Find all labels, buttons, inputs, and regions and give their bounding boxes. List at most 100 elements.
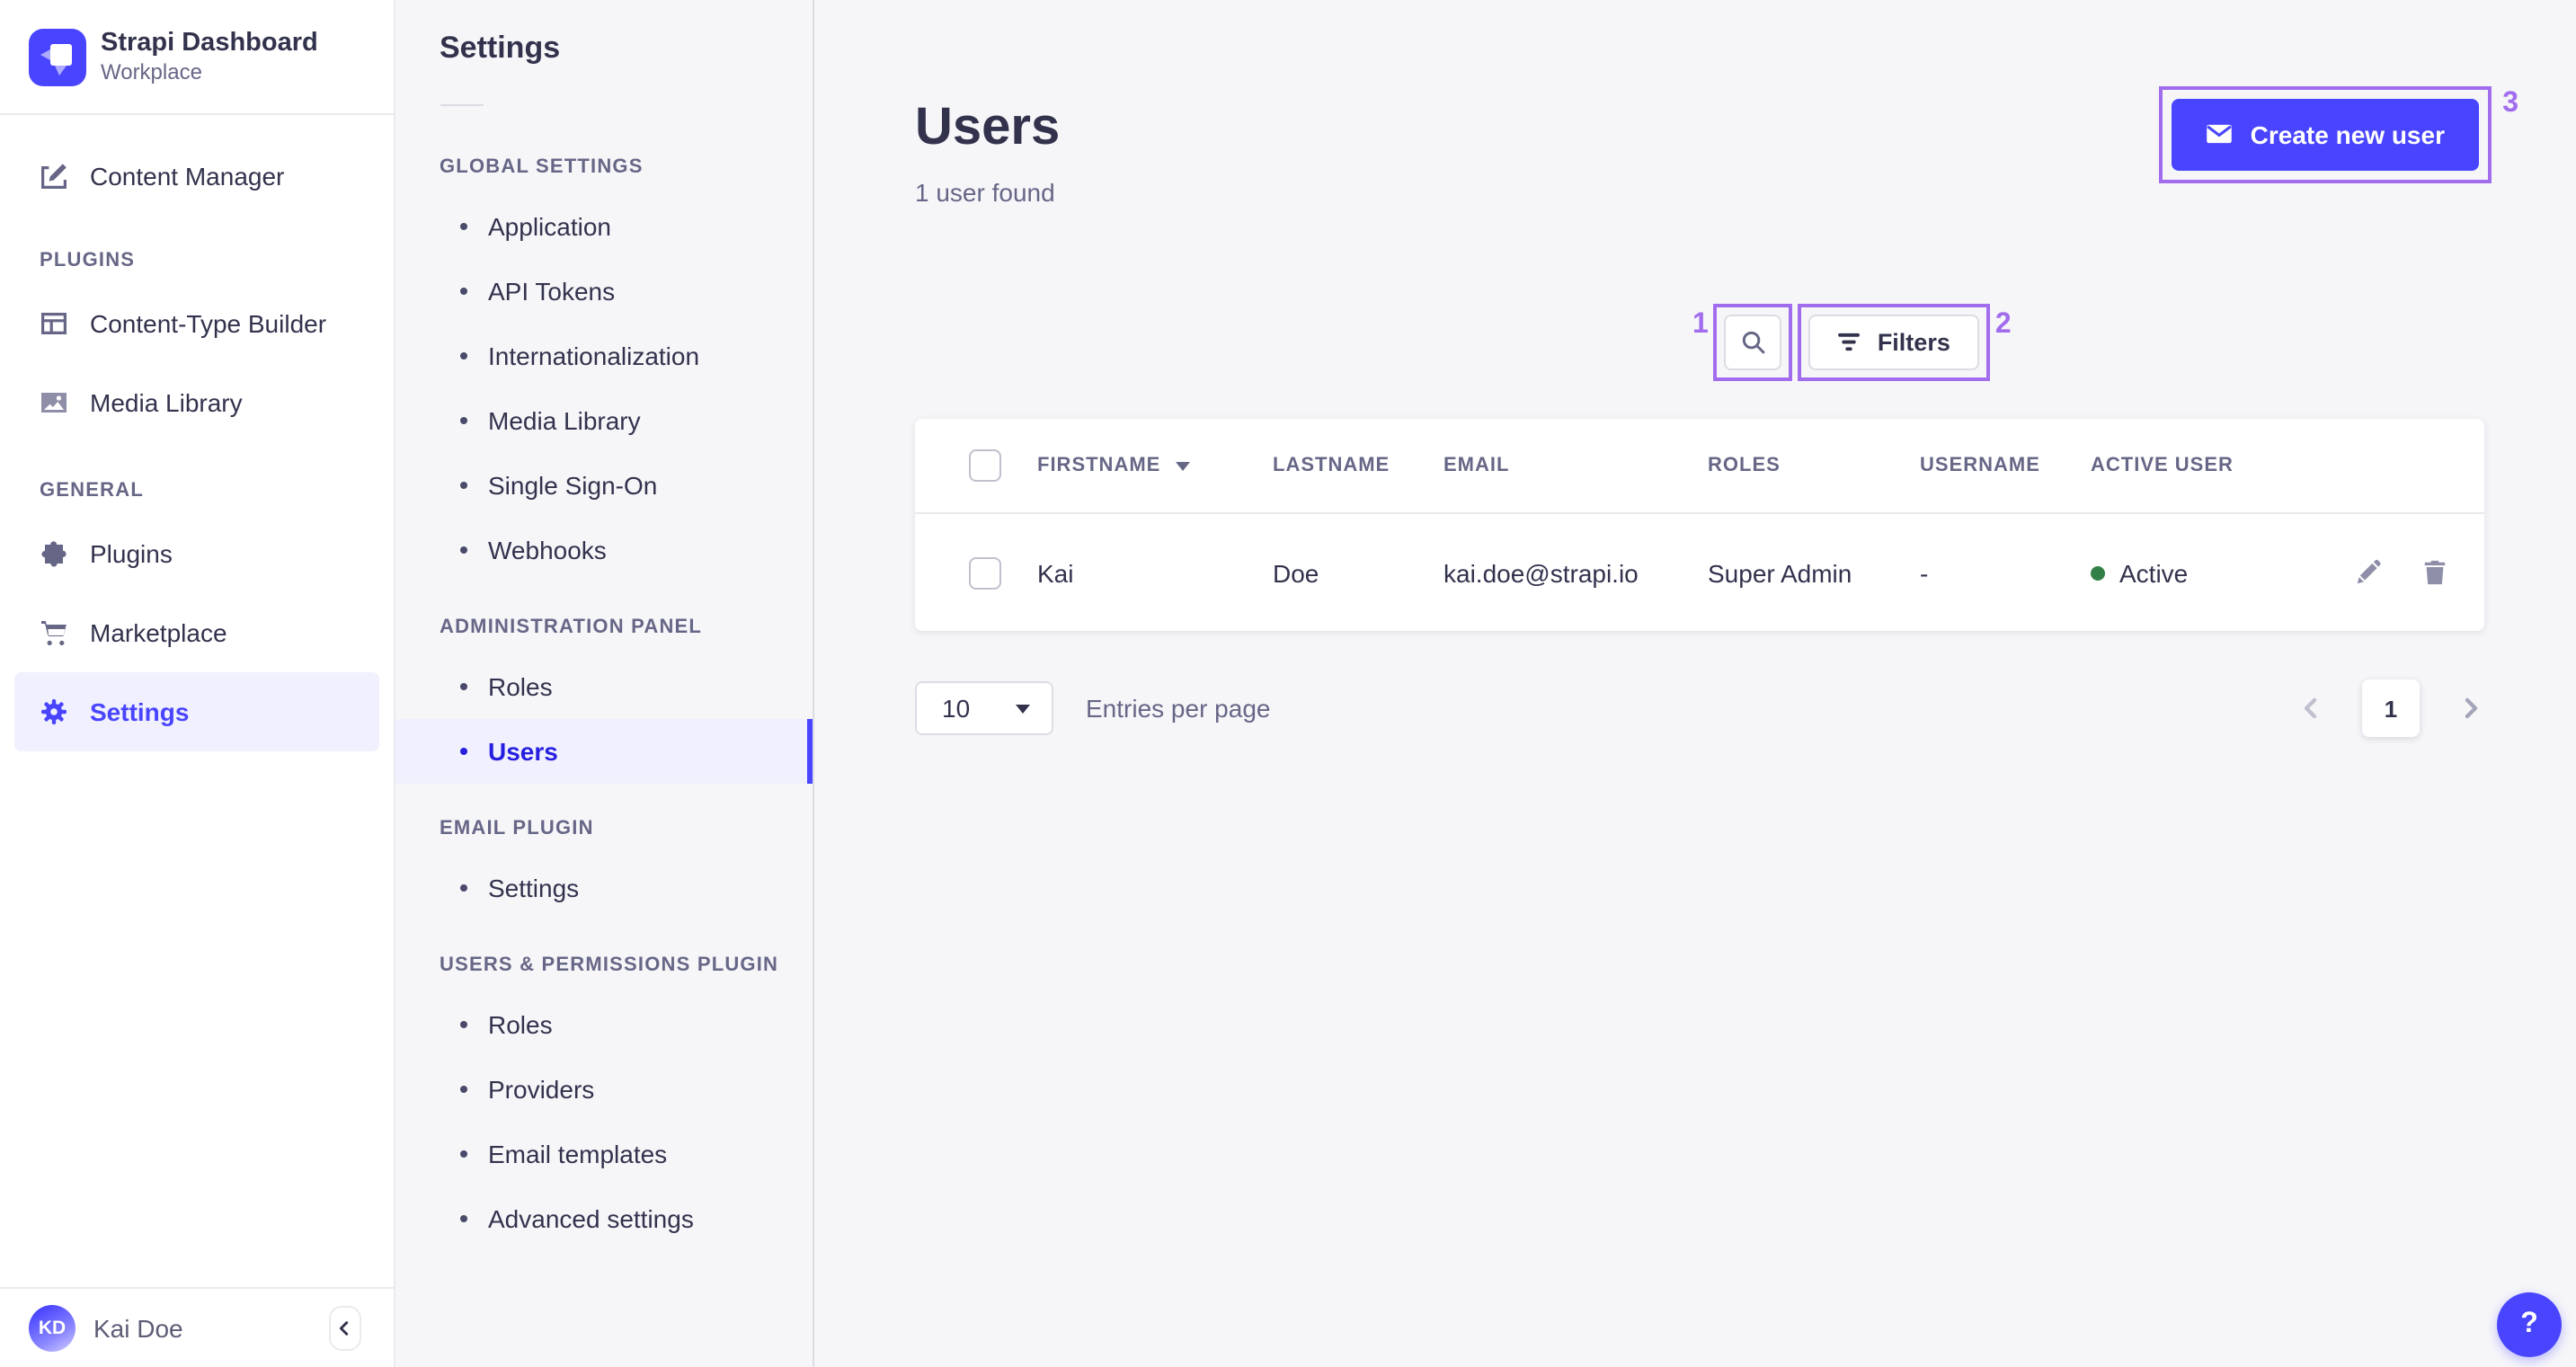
chevron-left-icon: [2304, 697, 2317, 719]
subnav-item-webhooks[interactable]: Webhooks: [395, 518, 812, 582]
subnav-section-users-permissions-plugin: USERS & PERMISSIONS PLUGIN: [440, 954, 779, 976]
entries-per-page-select[interactable]: 10: [915, 681, 1053, 735]
sidebar-item-content-manager[interactable]: Content Manager: [0, 140, 393, 212]
column-header-lastname[interactable]: LASTNAME: [1273, 455, 1443, 476]
gear-icon: [40, 697, 70, 727]
subnav-item-label: Users: [488, 737, 558, 766]
subnav-item-admin-users[interactable]: Users: [395, 719, 812, 784]
annotation-label-3: 3: [2502, 87, 2518, 118]
edit-user-button[interactable]: [2355, 559, 2382, 586]
page-title: Users: [915, 99, 1061, 156]
sidebar-item-label: Content-Type Builder: [90, 309, 327, 338]
filters-button[interactable]: Filters: [1808, 315, 1979, 370]
subnav-item-up-providers[interactable]: Providers: [395, 1057, 812, 1122]
sidebar-item-content-type-builder[interactable]: Content-Type Builder: [0, 284, 393, 363]
question-mark-icon: ?: [2520, 1308, 2538, 1338]
column-header-username[interactable]: USERNAME: [1920, 455, 2091, 476]
sort-descending-icon: [1175, 461, 1190, 470]
column-header-firstname[interactable]: FIRSTNAME: [1037, 455, 1273, 476]
help-button[interactable]: ?: [2497, 1292, 2562, 1356]
active-status-dot-icon: [2091, 565, 2105, 580]
subnav-item-up-email-templates[interactable]: Email templates: [395, 1122, 812, 1186]
sidebar-item-settings[interactable]: Settings: [14, 672, 378, 751]
sidebar-footer: KD Kai Doe: [0, 1287, 393, 1367]
subnav-item-api-tokens[interactable]: API Tokens: [395, 259, 812, 324]
annotation-box-3: Create new user: [2158, 85, 2492, 182]
subnav-item-single-sign-on[interactable]: Single Sign-On: [395, 453, 812, 518]
subnav-item-application[interactable]: Application: [395, 194, 812, 259]
column-header-label: ACTIVE USER: [2091, 455, 2234, 476]
workspace-title: Strapi Dashboard: [101, 29, 318, 58]
bullet-icon: [459, 352, 466, 360]
sidebar-item-label: Settings: [90, 697, 190, 726]
subnav-item-label: Media Library: [488, 406, 641, 435]
users-count: 1 user found: [915, 178, 1055, 207]
annotation-label-2: 2: [1994, 309, 2012, 340]
bullet-icon: [459, 1215, 466, 1222]
sidebar-item-media-library[interactable]: Media Library: [0, 363, 393, 442]
next-page-button[interactable]: [2459, 694, 2484, 723]
subnav-item-media-library[interactable]: Media Library: [395, 388, 812, 453]
table-toolbar: 1 Filters 2: [1692, 304, 2012, 381]
strapi-logo-icon: [29, 28, 86, 85]
subnav-item-label: Providers: [488, 1075, 595, 1104]
subnav-item-up-advanced-settings[interactable]: Advanced settings: [395, 1186, 812, 1251]
bullet-icon: [459, 683, 466, 690]
subnav-item-internationalization[interactable]: Internationalization: [395, 324, 812, 388]
subnav-item-email-settings[interactable]: Settings: [395, 856, 812, 920]
search-button[interactable]: [1724, 315, 1782, 370]
status-label: Active: [2119, 558, 2189, 587]
column-header-active-user[interactable]: ACTIVE USER: [2091, 455, 2292, 476]
previous-page-button[interactable]: [2297, 694, 2323, 723]
magnifier-icon: [1742, 331, 1765, 354]
subnav-item-up-roles[interactable]: Roles: [395, 992, 812, 1057]
table-header-row: FIRSTNAME LASTNAME EMAIL ROLES USERNAME …: [915, 419, 2484, 514]
annotation-box-1: [1713, 304, 1793, 381]
subnav-item-label: API Tokens: [488, 277, 616, 306]
bullet-icon: [459, 1021, 466, 1028]
subnav-item-label: Roles: [488, 1010, 553, 1039]
create-button-label: Create new user: [2250, 120, 2445, 148]
sidebar-item-marketplace[interactable]: Marketplace: [0, 593, 393, 672]
row-checkbox[interactable]: [969, 556, 1001, 589]
strapi-admin-app: Strapi Dashboard Workplace Content Manag…: [0, 0, 2576, 1367]
chevron-left-icon: [339, 1320, 349, 1336]
bullet-icon: [459, 748, 466, 755]
image-icon: [40, 387, 70, 418]
sidebar-item-label: Marketplace: [90, 618, 227, 647]
column-header-label: EMAIL: [1443, 455, 1510, 476]
delete-user-button[interactable]: [2421, 559, 2448, 586]
pencil-icon: [2357, 559, 2381, 584]
user-name: Kai Doe: [93, 1313, 183, 1343]
table-row[interactable]: Kai Doe kai.doe@strapi.io Super Admin - …: [915, 514, 2484, 631]
subnav-item-label: Single Sign-On: [488, 471, 658, 500]
envelope-icon: [2206, 124, 2232, 144]
workplace-header[interactable]: Strapi Dashboard Workplace: [0, 0, 393, 115]
select-all-checkbox[interactable]: [969, 449, 1001, 482]
sidebar-section-plugins: PLUGINS: [40, 250, 136, 271]
chevron-right-icon: [2465, 697, 2478, 719]
subnav-item-label: Settings: [488, 874, 580, 902]
avatar[interactable]: KD: [29, 1304, 76, 1352]
cart-icon: [40, 617, 70, 648]
puzzle-icon: [40, 538, 70, 569]
settings-subnav: Settings GLOBAL SETTINGS Application API…: [395, 0, 813, 1367]
pager: 1: [2297, 679, 2484, 737]
column-header-label: LASTNAME: [1273, 455, 1390, 476]
cell-roles: Super Admin: [1708, 558, 1852, 587]
bullet-icon: [459, 546, 466, 554]
create-new-user-button[interactable]: Create new user: [2171, 98, 2479, 170]
page-number-button[interactable]: 1: [2362, 679, 2420, 737]
workspace-subtitle: Workplace: [101, 59, 202, 84]
column-header-label: ROLES: [1708, 455, 1781, 476]
bullet-icon: [459, 223, 466, 230]
column-header-roles[interactable]: ROLES: [1708, 455, 1920, 476]
subnav-item-admin-roles[interactable]: Roles: [395, 654, 812, 719]
cell-active-user: Active: [2091, 558, 2292, 587]
cell-lastname: Doe: [1273, 558, 1319, 587]
collapse-sidebar-button[interactable]: [328, 1305, 360, 1351]
column-header-email[interactable]: EMAIL: [1443, 455, 1708, 476]
sidebar-item-plugins[interactable]: Plugins: [0, 514, 393, 593]
cell-firstname: Kai: [1037, 558, 1074, 587]
divider: [440, 104, 483, 106]
